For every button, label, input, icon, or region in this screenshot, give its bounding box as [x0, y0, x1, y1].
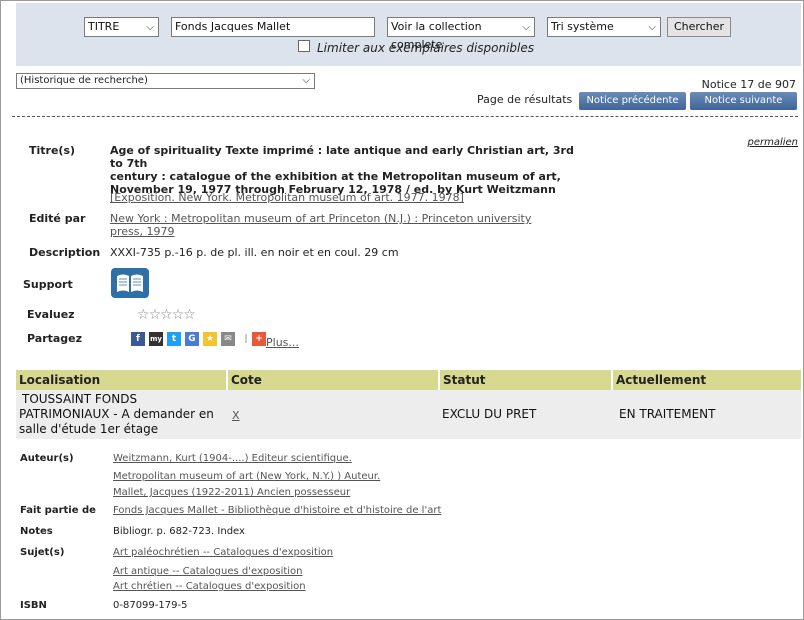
search-field-value: TITRE — [88, 20, 120, 33]
exhibition-link[interactable]: [Exposition. New York. Metropolitan muse… — [110, 191, 464, 204]
location-cell: TOUSSAINT FONDS PATRIMONIAUX - A demande… — [19, 392, 214, 437]
page-results-label: Page de résultats — [477, 93, 573, 106]
location-line: salle d'étude 1er étage — [19, 422, 159, 436]
rating-stars[interactable]: ☆☆☆☆☆ — [137, 307, 196, 323]
search-button[interactable]: Chercher — [667, 17, 731, 37]
title-label: Titre(s) — [29, 144, 76, 157]
subject-link[interactable]: Art paléochrétien -- Catalogues d'exposi… — [113, 547, 333, 558]
support-label: Support — [23, 278, 73, 291]
star-icon[interactable]: ☆ — [160, 307, 173, 323]
column-header-cote: Cote — [228, 370, 438, 390]
star-icon[interactable]: ☆ — [172, 307, 185, 323]
limit-available-checkbox[interactable] — [298, 40, 310, 52]
publisher-link[interactable]: New York : Metropolitan museum of art Pr… — [110, 212, 531, 238]
notice-count: Notice 17 de 907 — [701, 78, 796, 91]
chevron-down-icon: ⌵ — [146, 22, 154, 33]
location-line: PATRIMONIAUX - A demander en — [19, 407, 214, 421]
search-history-select[interactable]: (Historique de recherche) ⌵ — [16, 73, 315, 89]
status-cell: EXCLU DU PRET — [442, 407, 537, 421]
part-of-label: Fait partie de — [20, 505, 96, 516]
author-link[interactable]: Weitzmann, Kurt (1904-....) Editeur scie… — [113, 453, 352, 464]
share-label: Partagez — [27, 332, 83, 345]
facebook-icon[interactable]: f — [131, 332, 145, 346]
column-header-status: Statut — [440, 370, 611, 390]
book-icon — [111, 268, 149, 298]
email-icon[interactable]: ✉ — [221, 332, 235, 346]
permalink-link[interactable]: permalien — [747, 137, 798, 148]
title-line: Age of spirituality Texte imprimé : late… — [110, 144, 574, 170]
column-header-current: Actuellement — [613, 370, 801, 390]
isbn-value: 0-87099-179-5 — [113, 600, 188, 611]
publisher-line[interactable]: press, 1979 — [110, 225, 531, 238]
author-link[interactable]: Metropolitan museum of art (New York, N.… — [113, 471, 380, 482]
cote-link[interactable]: X — [232, 408, 240, 423]
search-input[interactable]: Fonds Jacques Mallet — [171, 17, 375, 37]
title-value: Age of spirituality Texte imprimé : late… — [110, 144, 580, 196]
current-cell: EN TRAITEMENT — [619, 407, 716, 421]
google-icon[interactable]: G — [185, 332, 199, 346]
history-value: (Historique de recherche) — [20, 75, 148, 86]
subject-link[interactable]: Art antique -- Catalogues d'exposition — [113, 566, 303, 577]
share-more-link[interactable]: Plus... — [266, 336, 299, 349]
location-line: TOUSSAINT FONDS — [22, 392, 138, 406]
notes-label: Notes — [20, 526, 53, 537]
chevron-down-icon: ⌵ — [302, 75, 310, 86]
favorite-icon[interactable]: ★ — [203, 332, 217, 346]
previous-notice-button[interactable]: Notice précédente — [579, 92, 686, 110]
publisher-line[interactable]: New York : Metropolitan museum of art Pr… — [110, 212, 531, 225]
subject-link[interactable]: Art chrétien -- Catalogues d'exposition — [113, 581, 306, 592]
star-icon[interactable]: ☆ — [183, 307, 196, 323]
publisher-label: Edité par — [29, 212, 86, 225]
myspace-icon[interactable]: my — [149, 332, 163, 346]
search-field-select[interactable]: TITRE ⌵ — [84, 17, 159, 37]
star-icon[interactable]: ☆ — [149, 307, 162, 323]
divider — [12, 116, 798, 117]
chevron-down-icon: ⌵ — [522, 22, 530, 33]
isbn-label: ISBN — [20, 600, 47, 611]
description-value: XXXI-735 p.-16 p. de pl. ill. en noir et… — [110, 246, 399, 259]
sort-value: Tri système — [551, 20, 614, 33]
part-of-link[interactable]: Fonds Jacques Mallet - Bibliothèque d'hi… — [113, 505, 441, 516]
rate-label: Evaluez — [27, 308, 75, 321]
notes-value: Bibliogr. p. 682-723. Index — [113, 526, 245, 537]
plus-icon[interactable]: + — [252, 332, 266, 346]
twitter-icon[interactable]: t — [167, 332, 181, 346]
next-notice-button[interactable]: Notice suivante — [690, 92, 797, 110]
authors-label: Auteur(s) — [20, 453, 74, 464]
chevron-down-icon: ⌵ — [648, 22, 656, 33]
separator-icon: | — [244, 334, 248, 344]
description-label: Description — [29, 246, 101, 259]
column-header-location: Localisation — [16, 370, 226, 390]
sort-select[interactable]: Tri système ⌵ — [547, 17, 661, 37]
author-link[interactable]: Mallet, Jacques (1922-2011) Ancien posse… — [113, 487, 350, 498]
subjects-label: Sujet(s) — [20, 547, 65, 558]
title-line: century : catalogue of the exhibition at… — [110, 170, 561, 183]
star-icon[interactable]: ☆ — [137, 307, 150, 323]
limit-available-label: Limiter aux exemplaires disponibles — [317, 41, 535, 55]
collection-select[interactable]: Voir la collection complete ⌵ — [387, 17, 535, 51]
